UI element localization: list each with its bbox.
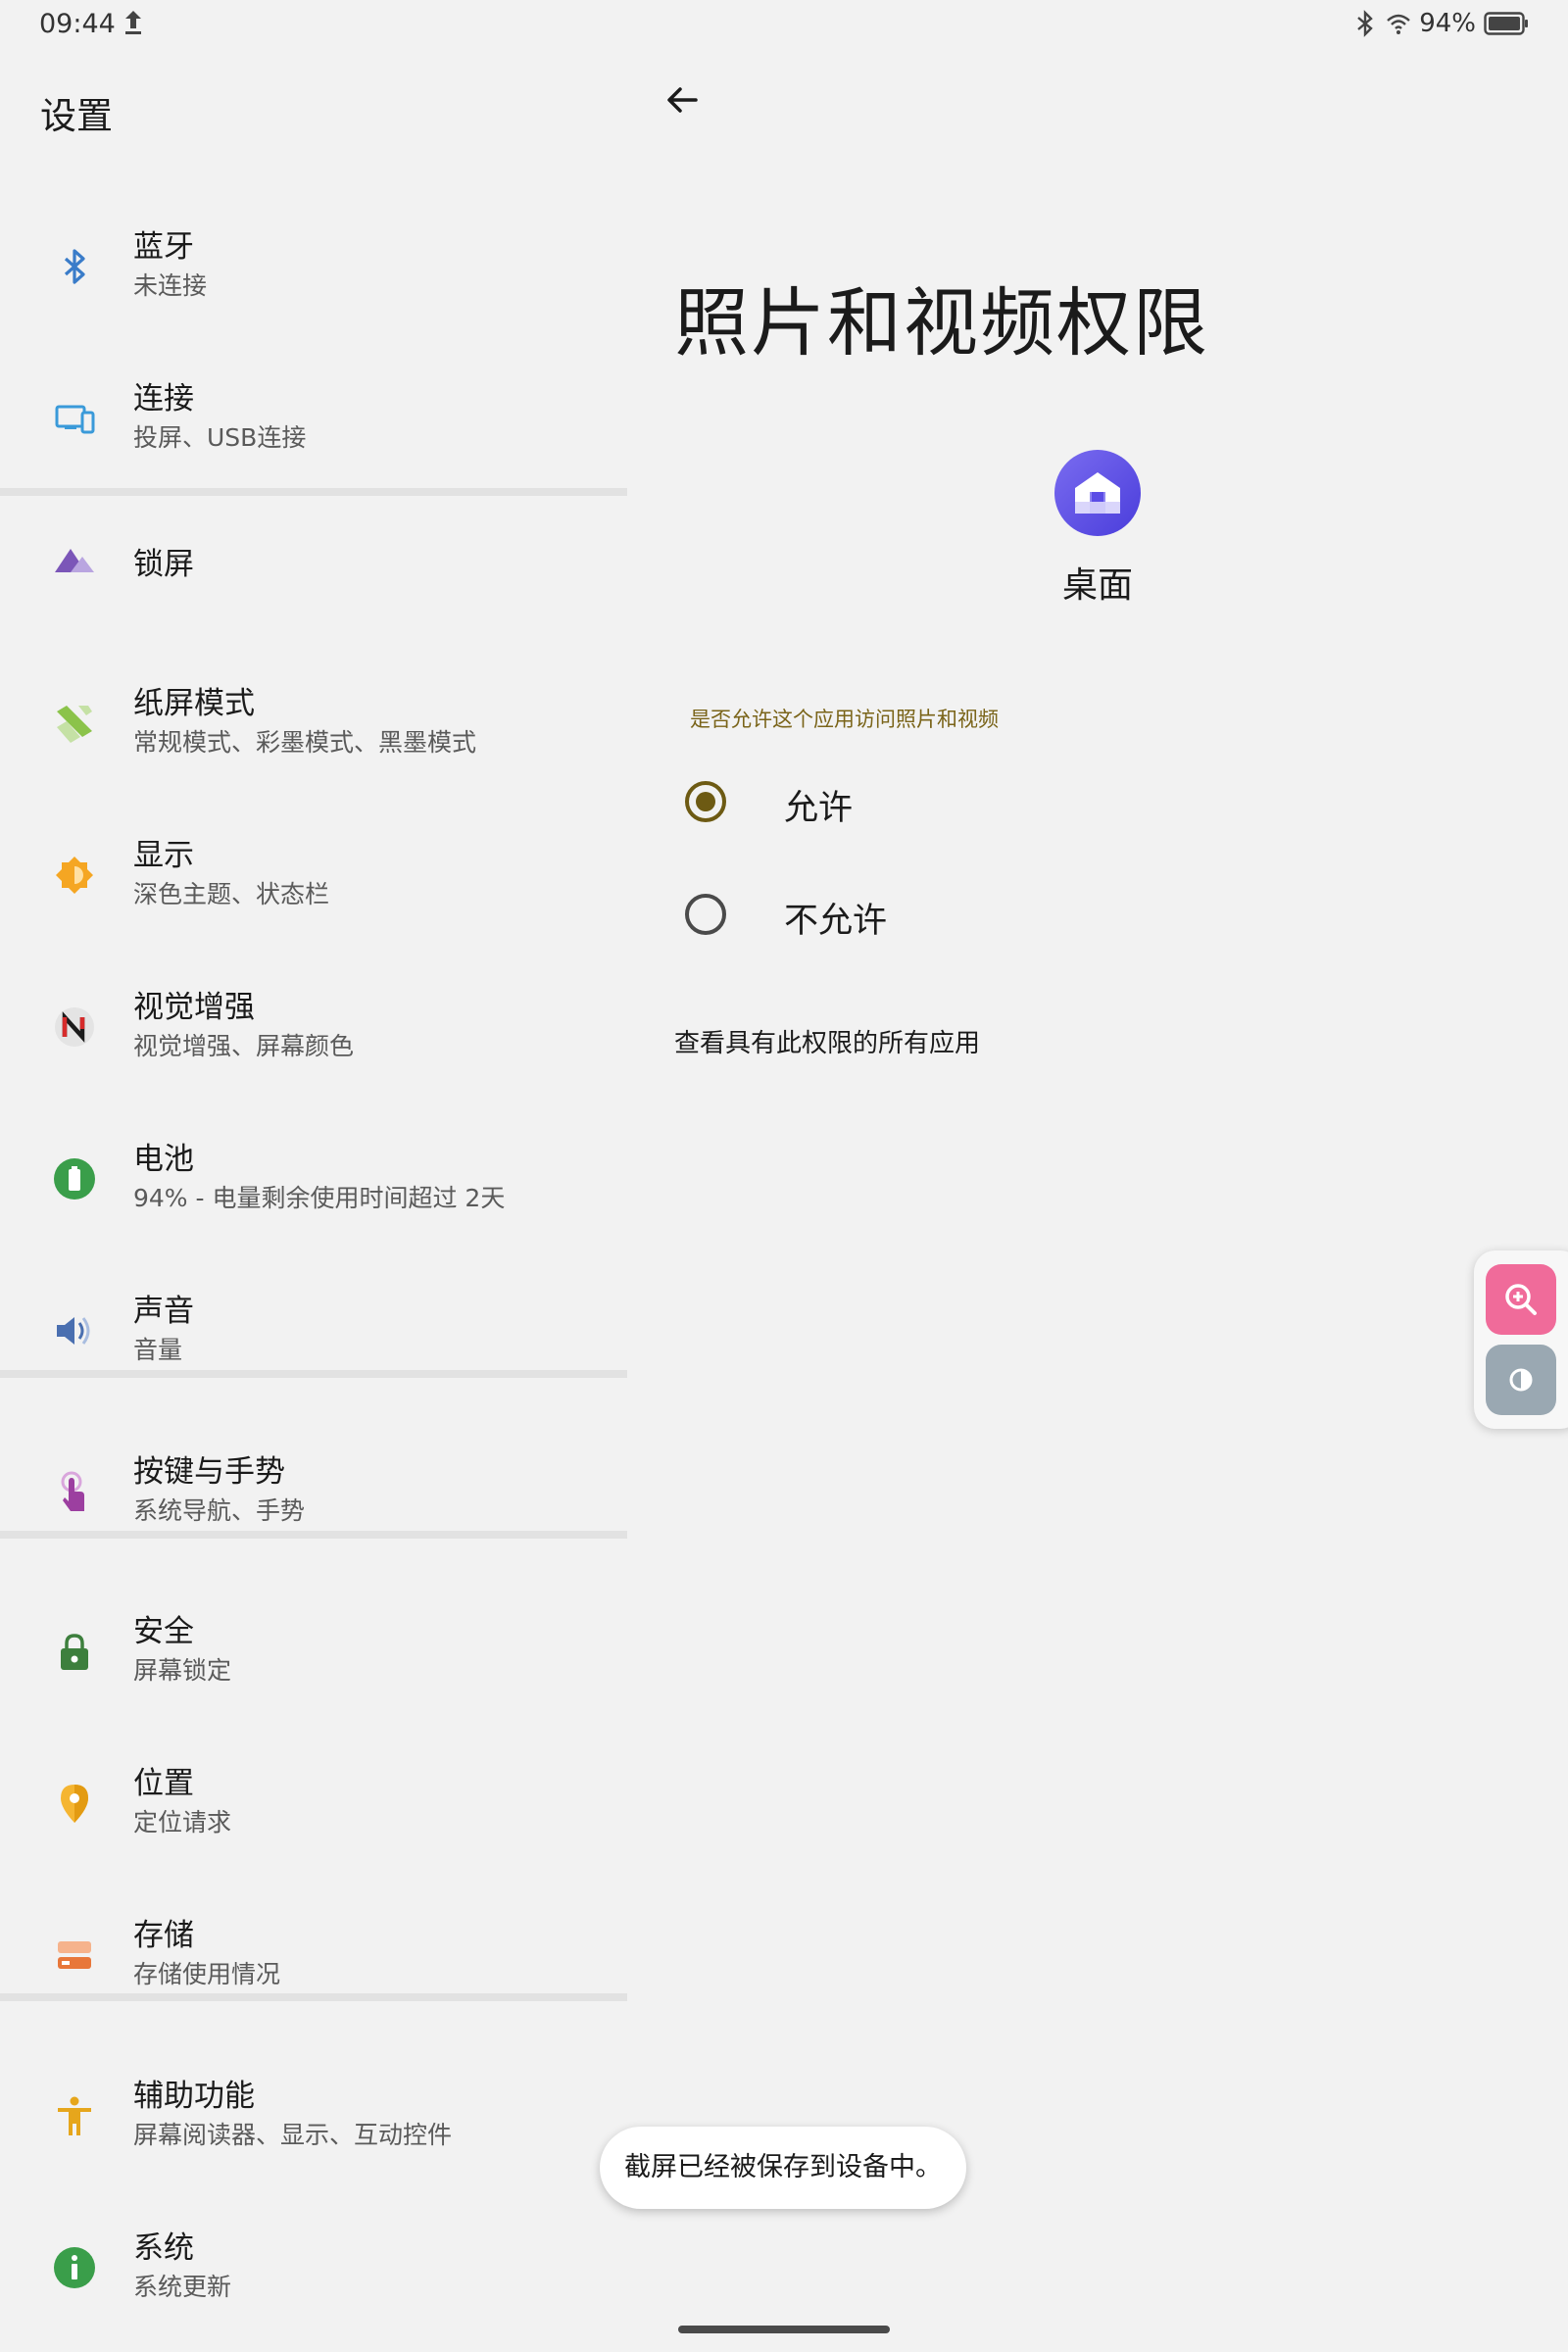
settings-item-subtitle: 定位请求: [133, 1808, 232, 1837]
settings-item-subtitle: 屏幕锁定: [133, 1656, 232, 1685]
settings-item-label: 系统: [133, 2230, 194, 2266]
settings-item-accessibility[interactable]: 辅助功能 屏幕阅读器、显示、互动控件: [0, 2039, 627, 2191]
settings-item-system[interactable]: 系统 系统更新: [0, 2191, 627, 2343]
settings-item-label: 连接: [133, 381, 194, 416]
settings-item-label: 辅助功能: [133, 2079, 255, 2114]
lock-icon: [53, 1630, 96, 1673]
zoom-button[interactable]: [1486, 1264, 1556, 1335]
settings-item-subtitle: 屏幕阅读器、显示、互动控件: [133, 2121, 453, 2149]
settings-item-lockscreen[interactable]: 锁屏: [0, 496, 627, 648]
see-all-apps-link[interactable]: 查看具有此权限的所有应用: [674, 1023, 980, 1059]
settings-item-label: 按键与手势: [133, 1454, 285, 1490]
status-time: 09:44: [39, 9, 116, 39]
settings-item-label: 蓝牙: [133, 229, 194, 265]
settings-item-subtitle: 视觉增强、屏幕颜色: [133, 1032, 355, 1060]
radio-unselected-icon[interactable]: [685, 894, 726, 935]
devices-icon: [53, 397, 96, 440]
settings-item-label: 显示: [133, 838, 194, 873]
settings-item-label: 存储: [133, 1918, 194, 1953]
settings-item-visual-enhance[interactable]: 视觉增强 视觉增强、屏幕颜色: [0, 951, 627, 1102]
page-title: 照片和视频权限: [674, 279, 1209, 367]
lockscreen-icon: [53, 537, 96, 580]
settings-item-label: 电池: [133, 1142, 194, 1177]
contrast-button[interactable]: [1486, 1345, 1556, 1415]
floating-tool-panel: [1474, 1250, 1568, 1429]
battery-icon: [1484, 12, 1528, 35]
settings-item-label: 纸屏模式: [133, 686, 255, 721]
status-bar: 09:44 94%: [0, 0, 1568, 47]
wifi-icon: [1387, 14, 1411, 34]
bluetooth-icon: [53, 245, 96, 288]
section-divider: [0, 488, 627, 496]
settings-title: 设置: [40, 95, 113, 137]
battery-icon: [53, 1157, 96, 1200]
settings-item-paper-mode[interactable]: 纸屏模式 常规模式、彩墨模式、黑墨模式: [0, 647, 627, 799]
settings-item-subtitle: 系统导航、手势: [133, 1496, 306, 1525]
gesture-home-bar[interactable]: [678, 2326, 890, 2333]
location-icon: [53, 1782, 96, 1825]
back-arrow-icon[interactable]: [659, 76, 706, 123]
storage-icon: [53, 1934, 96, 1977]
zoom-in-icon: [1486, 1264, 1556, 1335]
allow-label: 允许: [784, 789, 854, 828]
settings-item-label: 锁屏: [133, 547, 194, 582]
settings-item-subtitle: 存储使用情况: [133, 1960, 281, 1988]
volume-icon: [53, 1309, 96, 1352]
radio-selected-icon[interactable]: [685, 781, 726, 822]
deny-option[interactable]: 不允许: [666, 865, 1098, 963]
settings-item-subtitle: 94% - 电量剩余使用时间超过 2天: [133, 1184, 506, 1212]
settings-item-gestures[interactable]: 按键与手势 系统导航、手势: [0, 1415, 627, 1567]
settings-item-label: 声音: [133, 1294, 194, 1329]
section-divider: [0, 1993, 627, 2001]
paper-mode-icon: [53, 702, 96, 745]
settings-item-connection[interactable]: 连接 投屏、USB连接: [0, 342, 627, 494]
battery-percent: 94%: [1419, 9, 1476, 38]
settings-item-subtitle: 常规模式、彩墨模式、黑墨模式: [133, 728, 477, 757]
accessibility-icon: [53, 2094, 96, 2137]
app-name: 桌面: [1061, 565, 1133, 606]
settings-item-battery[interactable]: 电池 94% - 电量剩余使用时间超过 2天: [0, 1102, 627, 1254]
settings-item-subtitle: 音量: [133, 1336, 183, 1364]
status-right-group: 94%: [1352, 8, 1529, 39]
settings-item-bluetooth[interactable]: 蓝牙 未连接: [0, 190, 627, 342]
deny-label: 不允许: [784, 902, 888, 941]
info-icon: [53, 2246, 96, 2289]
settings-item-security[interactable]: 安全 屏幕锁定: [0, 1575, 627, 1727]
settings-item-label: 视觉增强: [133, 990, 255, 1025]
contrast-icon: [1486, 1345, 1556, 1415]
toast-message: 截屏已经被保存到设备中。: [600, 2127, 966, 2209]
visual-enhance-icon: [53, 1005, 96, 1049]
upload-icon: [125, 11, 141, 34]
section-divider: [0, 1370, 627, 1378]
gesture-icon: [53, 1470, 96, 1513]
settings-item-subtitle: 投屏、USB连接: [133, 423, 307, 452]
settings-item-label: 安全: [133, 1614, 194, 1649]
settings-item-subtitle: 深色主题、状态栏: [133, 880, 330, 908]
settings-item-label: 位置: [133, 1766, 194, 1801]
allow-option[interactable]: 允许: [666, 753, 1098, 851]
section-divider: [0, 1531, 627, 1539]
settings-item-subtitle: 未连接: [133, 271, 208, 300]
settings-item-display[interactable]: 显示 深色主题、状态栏: [0, 799, 627, 951]
settings-item-subtitle: 系统更新: [133, 2273, 232, 2301]
bluetooth-icon: [1357, 10, 1373, 37]
settings-item-sound[interactable]: 声音 音量: [0, 1254, 627, 1406]
brightness-icon: [53, 854, 96, 897]
settings-item-storage[interactable]: 存储 存储使用情况: [0, 1879, 627, 2031]
desktop-app-icon: [1054, 450, 1141, 536]
settings-list-pane: 设置 蓝牙 未连接 连接 投屏、USB连接 锁屏 纸屏模式 常规模式、彩墨模式、…: [0, 47, 627, 2352]
settings-item-location[interactable]: 位置 定位请求: [0, 1727, 627, 1879]
permission-question: 是否允许这个应用访问照片和视频: [690, 708, 999, 731]
